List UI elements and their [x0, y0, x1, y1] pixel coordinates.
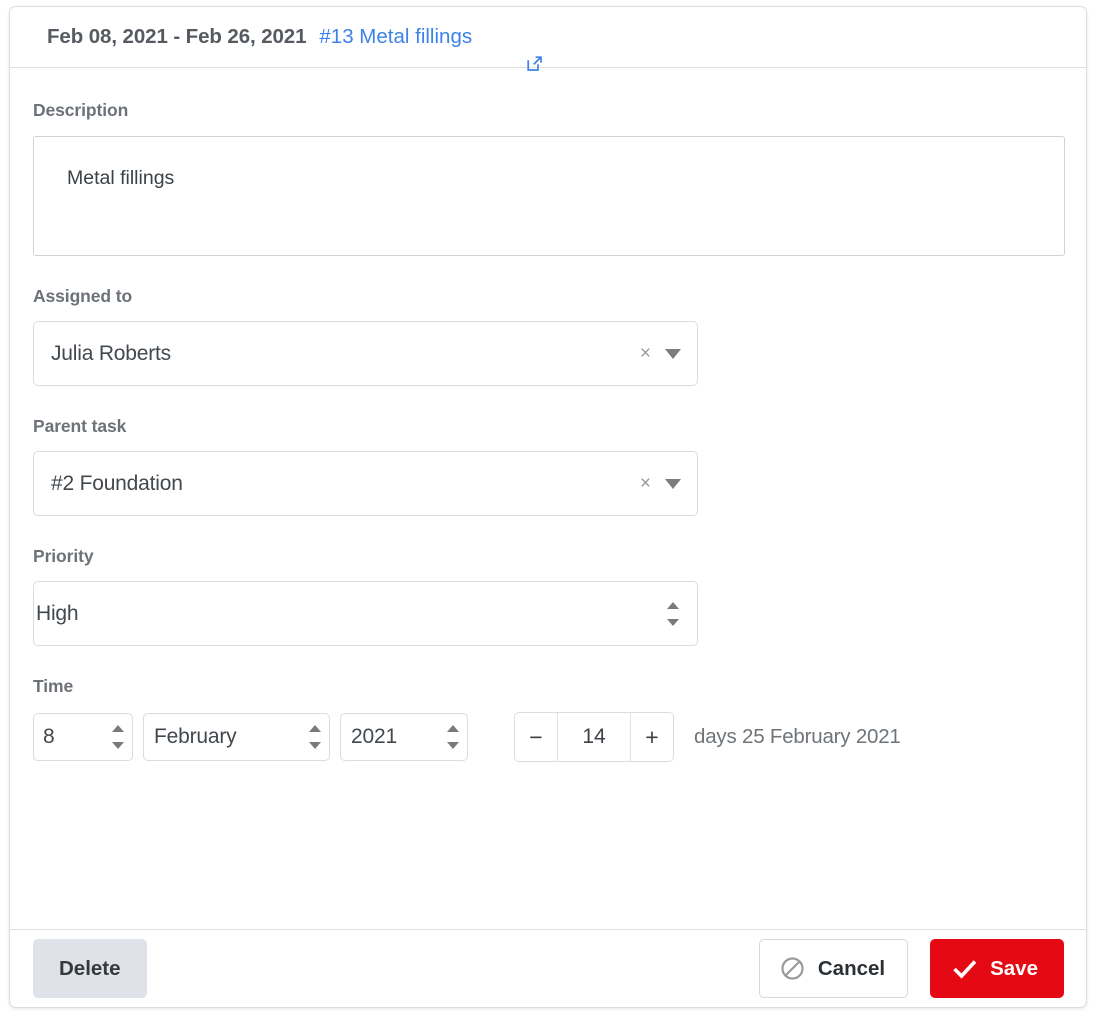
- parent-task-label: Parent task: [33, 416, 127, 436]
- assigned-to-select[interactable]: Julia Roberts ×: [33, 321, 698, 386]
- description-field-group: Description: [33, 68, 1086, 256]
- clear-x-icon[interactable]: ×: [640, 474, 651, 493]
- chevron-down-icon[interactable]: [665, 348, 681, 359]
- priority-select[interactable]: High: [33, 581, 698, 646]
- parent-task-select[interactable]: #2 Foundation ×: [33, 451, 698, 516]
- parent-task-value: #2 Foundation: [51, 471, 183, 495]
- year-value: 2021: [351, 725, 397, 748]
- check-icon: [952, 958, 978, 980]
- parent-task-field-group: Parent task #2 Foundation ×: [33, 416, 1086, 516]
- assigned-to-value: Julia Roberts: [51, 341, 171, 365]
- cancel-button[interactable]: Cancel: [758, 939, 909, 998]
- up-down-arrows-icon: [112, 724, 125, 750]
- priority-value: High: [36, 601, 79, 625]
- panel-header: Feb 08, 2021 - Feb 26, 2021 #13 Metal fi…: [10, 7, 1086, 71]
- cancel-button-label: Cancel: [817, 956, 886, 980]
- day-select[interactable]: 8: [33, 713, 133, 761]
- assigned-to-label: Assigned to: [33, 286, 133, 306]
- task-link-label: #13 Metal fillings: [319, 25, 473, 48]
- chevron-down-icon[interactable]: [665, 478, 681, 489]
- duration-increment-button[interactable]: +: [631, 713, 673, 761]
- up-down-arrows-icon: [667, 601, 680, 627]
- save-button[interactable]: Save: [930, 939, 1064, 998]
- up-down-arrows-icon: [309, 724, 322, 750]
- time-controls-row: 8 February 2021 − 14 + days 25 February …: [33, 712, 1086, 762]
- day-value: 8: [43, 725, 55, 748]
- panel-footer: Delete Cancel Save: [10, 929, 1086, 1007]
- description-input[interactable]: [33, 136, 1065, 256]
- due-date-text: days 25 February 2021: [694, 725, 901, 748]
- duration-decrement-button[interactable]: −: [515, 713, 557, 761]
- task-link[interactable]: #13 Metal fillings: [319, 25, 542, 71]
- year-select[interactable]: 2021: [340, 713, 468, 761]
- duration-value[interactable]: 14: [557, 713, 631, 761]
- time-field-group: Time 8 February 2021 − 14 + days 25 Febr…: [33, 676, 1086, 762]
- assigned-to-field-group: Assigned to Julia Roberts ×: [33, 286, 1086, 386]
- time-label: Time: [33, 676, 74, 696]
- date-range-title: Feb 08, 2021 - Feb 26, 2021: [47, 25, 307, 48]
- panel-body: Description Assigned to Julia Roberts × …: [10, 68, 1086, 908]
- month-select[interactable]: February: [143, 713, 330, 761]
- priority-label: Priority: [33, 546, 94, 566]
- priority-field-group: Priority High: [33, 546, 1086, 646]
- task-edit-panel: Feb 08, 2021 - Feb 26, 2021 #13 Metal fi…: [9, 6, 1087, 1008]
- ban-icon: [780, 956, 805, 981]
- up-down-arrows-icon: [447, 724, 460, 750]
- delete-button[interactable]: Delete: [33, 939, 147, 998]
- description-label: Description: [33, 100, 129, 120]
- clear-x-icon[interactable]: ×: [640, 344, 651, 363]
- duration-stepper: − 14 +: [514, 712, 674, 762]
- month-value: February: [154, 725, 237, 748]
- save-button-label: Save: [990, 956, 1038, 980]
- external-link-icon: [480, 30, 542, 71]
